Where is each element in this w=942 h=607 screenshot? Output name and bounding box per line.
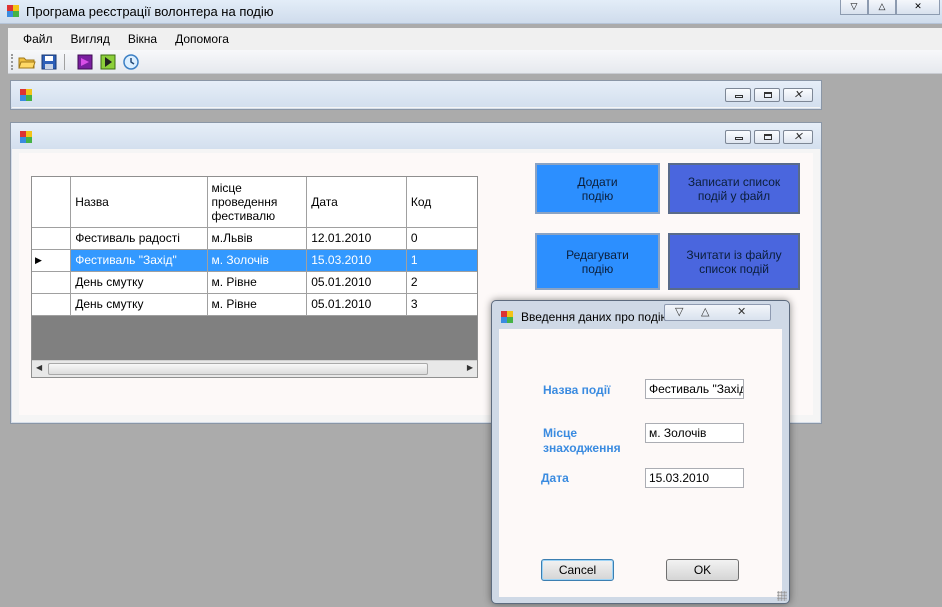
write-to-file-button[interactable]: Записати список подій у файл bbox=[668, 163, 800, 214]
dialog-caption-buttons: ▽ △ ✕ bbox=[664, 304, 771, 321]
toolbar-grip[interactable] bbox=[11, 54, 14, 70]
event-place-field[interactable]: м. Золочів bbox=[645, 423, 744, 443]
dialog-close-button[interactable]: ✕ bbox=[737, 305, 746, 318]
row-header[interactable] bbox=[32, 271, 72, 294]
dialog-minimize-button[interactable]: ▽ bbox=[675, 305, 683, 318]
child-window-events-titlebar[interactable]: ✕ bbox=[11, 123, 821, 149]
child-back-close-button[interactable]: ✕ bbox=[783, 88, 813, 102]
grid-header-row: Назва місце проведення фестивалю Дата Ко… bbox=[32, 177, 477, 228]
cell-date[interactable]: 15.03.2010 bbox=[306, 249, 407, 272]
toolbar-separator bbox=[64, 54, 65, 70]
save-icon[interactable] bbox=[40, 53, 58, 71]
grid-corner-header[interactable] bbox=[32, 177, 72, 228]
menu-view[interactable]: Вигляд bbox=[62, 32, 119, 46]
add-event-button[interactable]: Додати подію bbox=[535, 163, 660, 214]
event-date-label: Дата bbox=[541, 471, 569, 485]
write-to-file-label: Записати список подій у файл bbox=[687, 174, 781, 203]
ok-button[interactable]: OK bbox=[666, 559, 739, 581]
table-row-selected[interactable]: ▶ Фестиваль "Захід" м. Золочів 15.03.201… bbox=[32, 249, 477, 272]
child-app-icon bbox=[20, 131, 33, 144]
child-restore-button[interactable] bbox=[754, 130, 780, 144]
column-header-place[interactable]: місце проведення фестивалю bbox=[207, 177, 308, 228]
current-row-arrow-icon: ▶ bbox=[35, 254, 42, 265]
scroll-right-arrow-icon[interactable]: ▶ bbox=[467, 363, 473, 372]
scrollbar-thumb[interactable] bbox=[48, 363, 428, 375]
app-icon bbox=[7, 5, 20, 18]
cell-code[interactable]: 2 bbox=[406, 271, 477, 294]
event-place-label-line2: знаходження bbox=[543, 441, 621, 455]
cell-code[interactable]: 3 bbox=[406, 293, 477, 316]
menu-bar: Файл Вигляд Вікна Допомога bbox=[8, 28, 942, 50]
cell-code[interactable]: 1 bbox=[406, 249, 477, 272]
cell-date[interactable]: 05.01.2010 bbox=[306, 271, 407, 294]
cell-place[interactable]: м.Львів bbox=[207, 227, 308, 250]
event-date-field[interactable]: 15.03.2010 bbox=[645, 468, 744, 488]
column-header-date[interactable]: Дата bbox=[306, 177, 407, 228]
menu-file[interactable]: Файл bbox=[14, 32, 62, 46]
event-name-label: Назва події bbox=[543, 383, 611, 397]
child-minimize-button[interactable] bbox=[725, 130, 751, 144]
app-title: Програма реєстрації волонтера на подію bbox=[26, 4, 274, 19]
edit-event-label: Редагувати подію bbox=[566, 247, 629, 276]
green-play-icon[interactable] bbox=[99, 53, 117, 71]
add-event-label: Додати подію bbox=[577, 174, 618, 203]
menu-help[interactable]: Допомога bbox=[166, 32, 238, 46]
read-from-file-button[interactable]: Зчитати із файлу список подій bbox=[668, 233, 800, 290]
main-title-bar: Програма реєстрації волонтера на подію ▽… bbox=[0, 0, 942, 24]
cell-name[interactable]: День смутку bbox=[70, 293, 208, 316]
cell-date[interactable]: 12.01.2010 bbox=[306, 227, 407, 250]
cell-name[interactable]: Фестиваль радості bbox=[70, 227, 208, 250]
dialog-maximize-button[interactable]: △ bbox=[701, 305, 709, 318]
maximize-button[interactable]: △ bbox=[868, 0, 896, 15]
table-row[interactable]: День смутку м. Рівне 05.01.2010 2 bbox=[32, 271, 477, 294]
close-button[interactable]: ✕ bbox=[896, 0, 940, 15]
events-data-grid[interactable]: Назва місце проведення фестивалю Дата Ко… bbox=[31, 176, 478, 378]
cell-place[interactable]: м. Рівне bbox=[207, 293, 308, 316]
cell-place[interactable]: м. Золочів bbox=[207, 249, 308, 272]
dialog-app-icon bbox=[501, 311, 514, 324]
event-place-label-line1: Місце bbox=[543, 426, 578, 440]
row-header[interactable] bbox=[32, 227, 72, 250]
child-back-minimize-button[interactable] bbox=[725, 88, 751, 102]
child-app-icon bbox=[20, 89, 33, 102]
scroll-left-arrow-icon[interactable]: ◀ bbox=[36, 363, 42, 372]
cell-place[interactable]: м. Рівне bbox=[207, 271, 308, 294]
child-window-back: ✕ bbox=[10, 80, 822, 110]
cell-code[interactable]: 0 bbox=[406, 227, 477, 250]
table-row[interactable]: Фестиваль радості м.Львів 12.01.2010 0 bbox=[32, 227, 477, 250]
dialog-title: Введення даних про подію bbox=[521, 310, 670, 324]
cell-name[interactable]: День смутку bbox=[70, 271, 208, 294]
row-header-current[interactable]: ▶ bbox=[32, 249, 72, 272]
cancel-button[interactable]: Cancel bbox=[541, 559, 614, 581]
resize-grip-icon[interactable] bbox=[777, 591, 787, 601]
child-close-button[interactable]: ✕ bbox=[783, 130, 813, 144]
event-name-field[interactable]: Фестиваль "Захід" bbox=[645, 379, 744, 399]
grid-horizontal-scrollbar[interactable]: ◀ ▶ bbox=[32, 360, 477, 377]
column-header-code[interactable]: Код bbox=[406, 177, 477, 228]
clock-icon[interactable] bbox=[122, 53, 140, 71]
open-folder-icon[interactable] bbox=[18, 53, 36, 71]
minimize-button[interactable]: ▽ bbox=[840, 0, 868, 15]
purple-icon[interactable] bbox=[76, 53, 94, 71]
row-header[interactable] bbox=[32, 293, 72, 316]
menu-windows[interactable]: Вікна bbox=[119, 32, 166, 46]
read-from-file-label: Зчитати із файлу список подій bbox=[686, 247, 782, 276]
dialog-client-area: Назва події Фестиваль "Захід" Місце знах… bbox=[499, 329, 782, 597]
toolbar bbox=[8, 50, 942, 74]
cell-date[interactable]: 05.01.2010 bbox=[306, 293, 407, 316]
column-header-name[interactable]: Назва bbox=[70, 177, 208, 228]
edit-event-button[interactable]: Редагувати подію bbox=[535, 233, 660, 290]
table-row[interactable]: День смутку м. Рівне 05.01.2010 3 bbox=[32, 293, 477, 316]
cell-name[interactable]: Фестиваль "Захід" bbox=[70, 249, 208, 272]
child-window-back-titlebar[interactable]: ✕ bbox=[11, 81, 821, 107]
event-data-dialog: Введення даних про подію ▽ △ ✕ Назва под… bbox=[491, 300, 790, 604]
child-back-restore-button[interactable] bbox=[754, 88, 780, 102]
